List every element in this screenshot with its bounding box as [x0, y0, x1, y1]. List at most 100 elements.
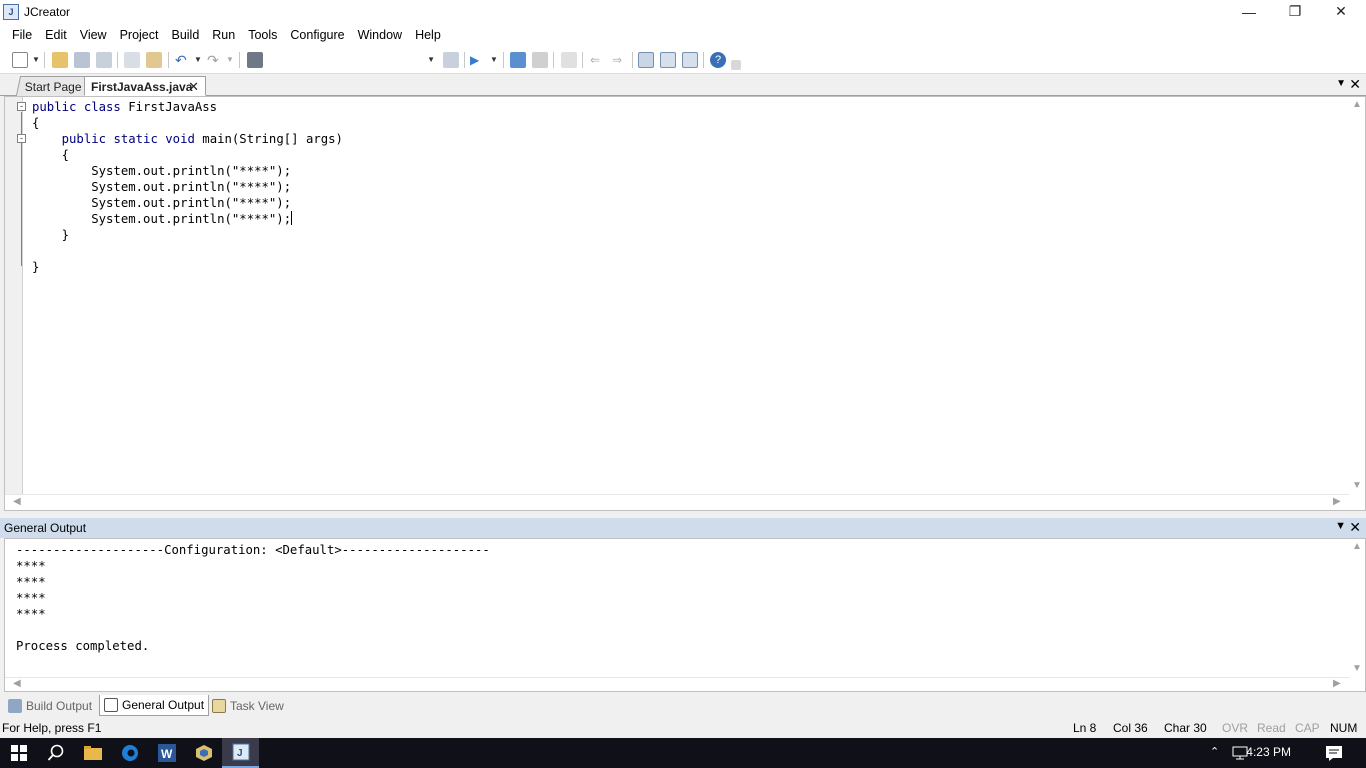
file-explorer-button[interactable] [74, 738, 111, 768]
code-line: } [32, 228, 70, 242]
new-dropdown-icon[interactable]: ▼ [32, 55, 40, 64]
menu-view[interactable]: View [74, 23, 113, 47]
status-column: Col 36 [1113, 721, 1148, 735]
editor-vertical-scrollbar[interactable]: ▲ ▼ [1348, 97, 1365, 494]
window-cascade-icon[interactable] [682, 52, 698, 68]
redo-dropdown-icon[interactable]: ▼ [226, 55, 234, 64]
menu-build[interactable]: Build [165, 23, 205, 47]
redo-icon[interactable]: ↷ [207, 52, 223, 68]
close-panel-icon[interactable]: ✕ [1349, 519, 1361, 536]
scroll-down-icon[interactable]: ▼ [1352, 663, 1362, 674]
undo-dropdown-icon[interactable]: ▼ [194, 55, 202, 64]
search-button[interactable] [37, 738, 74, 768]
code-line: System.out.println("****"); [32, 211, 293, 226]
window-tile-icon[interactable] [660, 52, 676, 68]
menu-tools[interactable]: Tools [242, 23, 283, 47]
find-combo-box[interactable]: ▼ [266, 51, 438, 69]
code-editor[interactable]: - - public class FirstJavaAss { public s… [4, 96, 1366, 511]
output-line: **** [16, 591, 46, 605]
close-document-icon[interactable]: ✕ [1349, 76, 1361, 93]
tab-task-view[interactable]: Task View [208, 695, 288, 716]
fold-toggle-icon[interactable]: - [17, 134, 26, 143]
tab-build-output-label: Build Output [26, 698, 93, 713]
scroll-left-icon[interactable]: ◀ [13, 496, 21, 507]
svg-text:J: J [237, 748, 243, 759]
code-text[interactable]: public class FirstJavaAss { public stati… [32, 99, 343, 275]
save-all-icon[interactable] [96, 52, 112, 68]
menu-edit[interactable]: Edit [39, 23, 73, 47]
edge-browser-button[interactable] [111, 738, 148, 768]
forward-arrow-icon[interactable]: ⇒ [612, 52, 628, 68]
jcreator-taskbar-button[interactable]: J [222, 738, 259, 768]
status-num: NUM [1330, 721, 1358, 735]
tab-firstjavaass[interactable]: FirstJavaAss.java ✕ [84, 76, 206, 96]
open-folder-icon[interactable] [52, 52, 68, 68]
build-icon[interactable] [510, 52, 526, 68]
menu-window[interactable]: Window [352, 23, 408, 47]
taskbar-clock[interactable]: 4:23 PM [1246, 745, 1291, 759]
fold-toggle-icon[interactable]: - [17, 102, 26, 111]
code-line: public static void main(String[] args) [61, 132, 343, 146]
debug-icon[interactable] [561, 52, 577, 68]
menu-configure[interactable]: Configure [284, 23, 350, 47]
find-in-files-icon[interactable] [443, 52, 459, 68]
run-dropdown-icon[interactable]: ▼ [490, 55, 498, 64]
paste-icon[interactable] [146, 52, 162, 68]
task-view-icon [212, 698, 226, 713]
save-icon[interactable] [74, 52, 90, 68]
scroll-left-icon[interactable]: ◀ [13, 678, 21, 689]
show-hidden-icons-icon[interactable]: ⌃ [1210, 745, 1219, 758]
menu-project[interactable]: Project [114, 23, 165, 47]
editor-horizontal-scrollbar[interactable]: ◀ ▶ [5, 494, 1349, 510]
tab-general-output[interactable]: General Output [99, 695, 210, 716]
scroll-up-icon[interactable]: ▲ [1352, 541, 1362, 552]
notifications-icon[interactable] [1325, 745, 1343, 761]
combo-dropdown-icon[interactable]: ▼ [427, 55, 435, 64]
back-arrow-icon[interactable]: ⇐ [590, 52, 606, 68]
status-ovr: OVR [1222, 721, 1249, 735]
tab-start-page[interactable]: Start Page [15, 76, 91, 96]
menu-file[interactable]: File [6, 23, 38, 47]
svg-text:W: W [161, 747, 173, 761]
toolbar-options-icon[interactable] [731, 60, 741, 70]
windows-taskbar: W J ⌃ 4:23 PM [0, 738, 1366, 768]
stop-build-icon[interactable] [532, 52, 548, 68]
build-output-icon [8, 698, 22, 713]
close-window-button[interactable]: ✕ [1318, 0, 1364, 23]
app-cube-button[interactable] [185, 738, 222, 768]
cube-icon [195, 745, 212, 761]
window-title: JCreator [24, 4, 71, 19]
tab-build-output[interactable]: Build Output [4, 695, 96, 716]
start-button[interactable] [0, 738, 37, 768]
window-layout-icon[interactable] [638, 52, 654, 68]
find-binoculars-icon[interactable] [247, 52, 263, 68]
word-button[interactable]: W [148, 738, 185, 768]
menu-help[interactable]: Help [409, 23, 447, 47]
copy-icon[interactable] [124, 52, 140, 68]
editor-gutter: - - [5, 97, 26, 494]
scroll-right-icon[interactable]: ▶ [1333, 496, 1341, 507]
pin-icon[interactable]: ▼ [1335, 520, 1346, 532]
help-icon[interactable]: ? [710, 52, 726, 68]
run-project-icon[interactable]: ▶ [470, 52, 486, 68]
toolbar: ▼ ↶ ▼ ↷ ▼ ▼ ▶ ▼ ⇐ ⇒ ? [0, 47, 1366, 74]
output-vertical-scrollbar[interactable]: ▲ ▼ [1348, 539, 1365, 677]
close-tab-icon[interactable]: ✕ [188, 77, 199, 97]
output-horizontal-scrollbar[interactable]: ◀ ▶ [5, 677, 1349, 691]
tab-list-dropdown-icon[interactable]: ▼ [1336, 78, 1346, 89]
minimize-button[interactable]: — [1226, 0, 1272, 23]
menu-bar: File Edit View Project Build Run Tools C… [0, 23, 1366, 47]
status-read: Read [1257, 721, 1286, 735]
scroll-down-icon[interactable]: ▼ [1352, 480, 1362, 491]
restore-button[interactable]: ❐ [1272, 0, 1318, 23]
scroll-up-icon[interactable]: ▲ [1352, 99, 1362, 110]
new-file-icon[interactable] [12, 52, 28, 68]
code-line: { [32, 148, 70, 162]
text-caret [291, 211, 293, 225]
jcreator-app-icon[interactable]: J [3, 3, 19, 20]
menu-run[interactable]: Run [206, 23, 241, 47]
general-output-pane[interactable]: --------------------Configuration: <Defa… [4, 538, 1366, 692]
scroll-right-icon[interactable]: ▶ [1333, 678, 1341, 689]
undo-icon[interactable]: ↶ [175, 52, 191, 68]
title-bar: J JCreator — ❐ ✕ [0, 0, 1366, 23]
